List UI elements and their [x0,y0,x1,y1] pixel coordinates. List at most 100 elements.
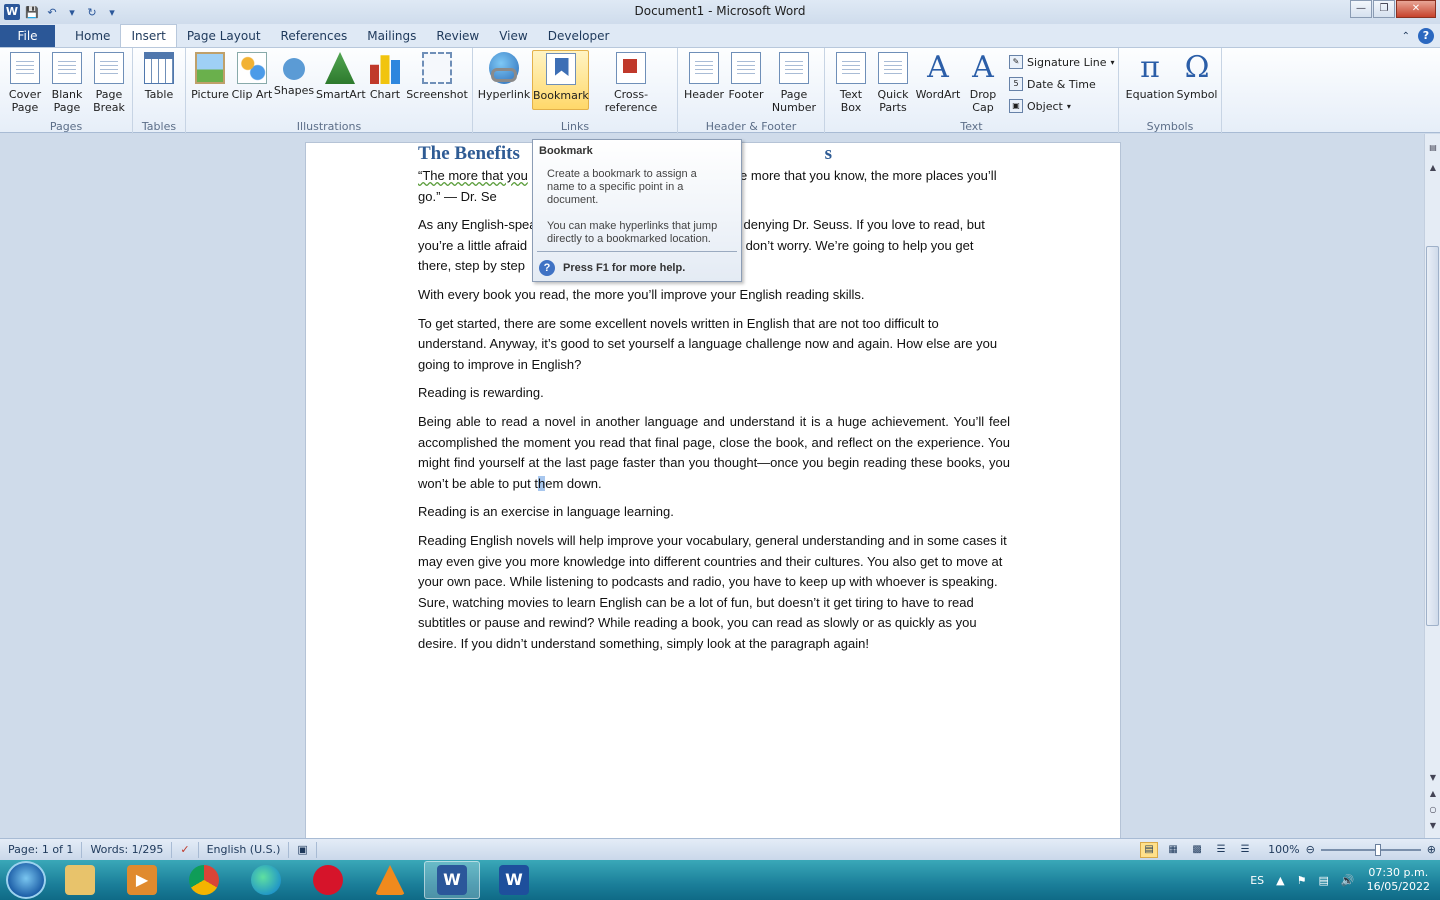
shapes-button[interactable]: Shapes [272,50,316,97]
screenshot-button[interactable]: Screenshot [406,50,468,101]
clock-time: 07:30 p.m. [1368,866,1429,879]
heading-start: The Benefits [418,143,525,164]
symbol-button[interactable]: Ω Symbol [1175,50,1219,102]
web-layout-icon[interactable]: ▩ [1188,842,1206,858]
print-layout-icon[interactable]: ▤ [1140,841,1159,858]
text-box-icon [836,52,866,84]
picture-button[interactable]: Picture [188,50,232,101]
page-number-icon [779,52,809,84]
group-illustrations: Picture Clip Art Shapes SmartArt Chart S… [186,48,473,134]
chart-button[interactable]: Chart [363,50,407,101]
ruler-toggle-icon[interactable]: ▤ [1425,140,1440,156]
tab-page-layout[interactable]: Page Layout [177,25,271,47]
previous-page-icon[interactable]: ▲ [1425,786,1440,802]
bookmark-button[interactable]: Bookmark [532,50,589,110]
taskbar-vlc[interactable] [362,861,418,899]
minimize-ribbon-icon[interactable]: ⌃ [1402,31,1410,42]
table-button[interactable]: Table [137,50,181,101]
signature-line-button[interactable]: ✎ Signature Line ▾ [1009,53,1115,71]
tab-view[interactable]: View [489,25,537,47]
blank-page-button[interactable]: Blank Page [45,50,89,114]
outline-icon[interactable]: ☰ [1212,842,1230,858]
close-button[interactable]: ✕ [1396,0,1436,18]
customize-toolbar-icon[interactable]: ▾ [104,4,120,20]
footer-label: Footer [728,88,764,101]
page-break-label: Page Break [93,88,125,114]
header-icon [689,52,719,84]
network-icon[interactable]: ▤ [1318,874,1328,887]
header-button[interactable]: Header [682,50,726,101]
tab-developer[interactable]: Developer [538,25,620,47]
clip-art-button[interactable]: Clip Art [230,50,274,101]
flag-icon[interactable]: ⚑ [1297,874,1307,887]
word-count[interactable]: Words: 1/295 [82,841,173,858]
zoom-out-icon[interactable]: ⊖ [1306,843,1315,856]
save-icon[interactable]: 💾 [24,4,40,20]
text-box-button[interactable]: Text Box [829,50,873,114]
page-number-button[interactable]: Page Number [770,50,818,114]
scroll-up-icon[interactable]: ▲ [1425,160,1440,176]
language-indicator[interactable]: English (U.S.) [199,841,290,858]
hyperlink-button[interactable]: Hyperlink [477,50,531,101]
equation-button[interactable]: π Equation [1125,50,1175,102]
tab-insert[interactable]: Insert [120,24,177,47]
volume-icon[interactable]: 🔊 [1341,874,1355,887]
wordart-button[interactable]: A WordArt [913,50,963,102]
taskbar-edge[interactable] [238,861,294,899]
title-bar: W 💾 ↶ ▾ ↻ ▾ Document1 - Microsoft Word —… [0,0,1440,24]
page-count[interactable]: Page: 1 of 1 [0,841,83,858]
next-page-icon[interactable]: ▼ [1425,818,1440,834]
drop-cap-button[interactable]: A Drop Cap [961,50,1005,115]
page-break-button[interactable]: Page Break [87,50,131,114]
zoom-slider-thumb[interactable] [1374,843,1381,856]
undo-dropdown-icon[interactable]: ▾ [64,4,80,20]
tab-review[interactable]: Review [426,25,489,47]
restore-button[interactable]: ❐ [1373,0,1395,18]
taskbar-media-player[interactable]: ▶ [114,861,170,899]
browse-object-icon[interactable]: ○ [1425,802,1440,818]
zoom-slider[interactable] [1320,843,1421,856]
taskbar-chrome[interactable] [176,861,232,899]
vertical-scrollbar[interactable]: ▤ ▲ ▼ ▲ ○ ▼ [1424,134,1440,838]
tab-file[interactable]: File [0,25,55,47]
clock[interactable]: 07:30 p.m. 16/05/2022 [1367,866,1430,894]
date-time-button[interactable]: 5 Date & Time [1009,75,1096,93]
help-icon[interactable]: ? [1418,28,1434,44]
macro-record-icon[interactable]: ▣ [289,841,317,858]
zoom-level[interactable]: 100% [1268,843,1299,856]
input-language[interactable]: ES [1250,874,1264,887]
group-pages: Cover Page Blank Page Page Break Pages [0,48,133,134]
cross-reference-button[interactable]: Cross-reference [590,50,672,114]
footer-button[interactable]: Footer [724,50,768,101]
smartart-button[interactable]: SmartArt [316,50,366,101]
full-screen-reading-icon[interactable]: ▦ [1164,842,1182,858]
undo-icon[interactable]: ↶ [44,4,60,20]
redo-icon[interactable]: ↻ [84,4,100,20]
scrollbar-thumb[interactable] [1426,246,1439,626]
tab-home[interactable]: Home [65,25,120,47]
show-hidden-icons[interactable]: ▲ [1276,874,1284,887]
word-app-icon[interactable]: W [4,4,20,20]
object-button[interactable]: ▣ Object ▾ [1009,97,1071,115]
start-button[interactable] [6,861,46,899]
group-label-tables: Tables [141,120,177,133]
text-box-label: Text Box [839,88,863,114]
taskbar-opera[interactable] [300,861,356,899]
tab-mailings[interactable]: Mailings [357,25,426,47]
proofing-icon[interactable]: ✓ [172,841,199,858]
cover-page-button[interactable]: Cover Page [3,50,47,114]
zoom-in-icon[interactable]: ⊕ [1427,843,1436,856]
blank-page-icon [52,52,82,84]
draft-icon[interactable]: ☰ [1236,842,1254,858]
taskbar-explorer[interactable] [52,861,108,899]
taskbar-word-active[interactable]: W [424,861,480,899]
quick-parts-label: Quick Parts [877,88,909,114]
minimize-button[interactable]: — [1350,0,1372,18]
quick-parts-button[interactable]: Quick Parts [871,50,915,114]
p1-start: “The more that you [418,168,528,183]
page-number-label: Page Number [771,88,817,114]
taskbar-word[interactable]: W [486,861,542,899]
scroll-down-icon[interactable]: ▼ [1425,770,1440,786]
tab-references[interactable]: References [271,25,358,47]
edge-icon [251,865,281,895]
